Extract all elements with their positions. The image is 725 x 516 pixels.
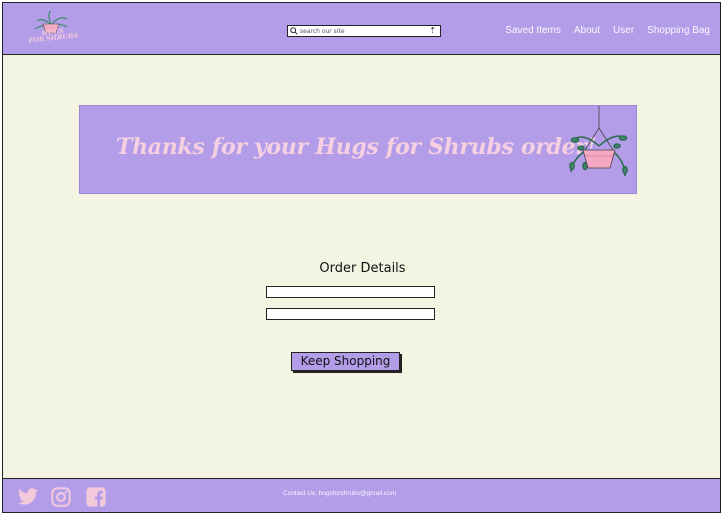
nav-saved-items[interactable]: Saved Items <box>505 25 561 36</box>
nav-about[interactable]: About <box>574 25 600 36</box>
instagram-icon[interactable] <box>50 486 72 508</box>
hanging-plant-icon <box>569 106 628 177</box>
banner-text: Thanks for your Hugs for Shrubs order! <box>116 134 596 160</box>
main-nav: Saved Items About User Shopping Bag <box>505 25 710 36</box>
facebook-icon[interactable] <box>85 486 107 508</box>
nav-user[interactable]: User <box>613 25 634 36</box>
twitter-icon[interactable] <box>17 486 39 508</box>
order-detail-field-2[interactable] <box>266 308 435 320</box>
contact-email[interactable]: Contact Us: hugsforshrubs@gmail.com <box>283 490 396 497</box>
search-input[interactable] <box>298 26 430 36</box>
page-frame <box>2 2 721 513</box>
search-bar[interactable]: ⇡ <box>287 25 441 37</box>
thanks-banner: Thanks for your Hugs for Shrubs order! <box>79 105 637 194</box>
keep-shopping-button[interactable]: Keep Shopping <box>291 352 400 371</box>
order-detail-field-1[interactable] <box>266 286 435 298</box>
site-footer: Contact Us: hugsforshrubs@gmail.com <box>2 478 721 513</box>
search-icon <box>290 27 298 35</box>
order-details-title: Order Details <box>319 261 406 276</box>
site-header: HUGS FOR SHRUBS ⇡ Saved Items About User… <box>2 2 721 55</box>
search-submit-icon[interactable]: ⇡ <box>429 26 436 36</box>
nav-shopping-bag[interactable]: Shopping Bag <box>647 25 710 36</box>
